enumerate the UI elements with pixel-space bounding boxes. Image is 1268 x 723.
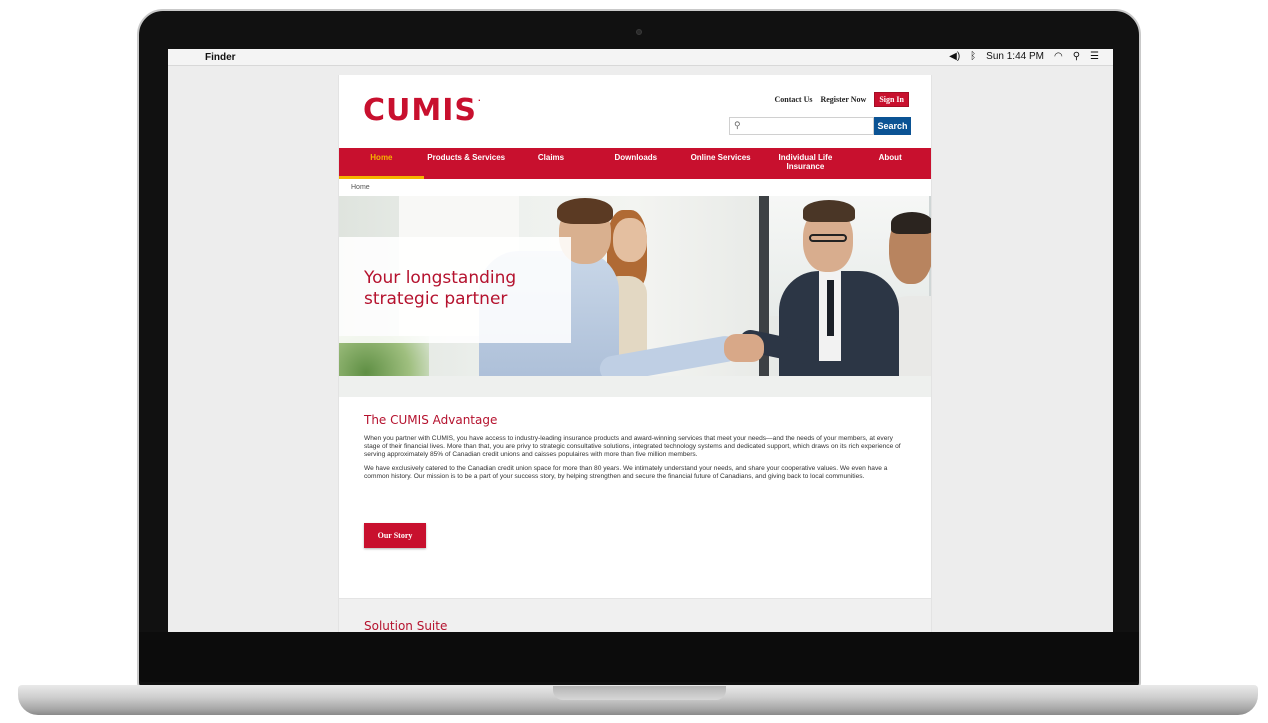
nav-item-about[interactable]: About (848, 148, 931, 179)
hero-person (613, 218, 647, 262)
screen: Finder ◀︎) ᛒ Sun 1:44 PM ◠ ⚲ ☰ CUMIS· Co… (168, 49, 1113, 632)
nav-item-online-services[interactable]: Online Services (678, 148, 763, 179)
logo-text: CUMIS (363, 93, 477, 128)
nav-item-downloads[interactable]: Downloads (593, 148, 678, 179)
hero-card: Your longstanding strategic partner (339, 237, 571, 343)
hero-person (809, 234, 847, 242)
sign-in-button[interactable]: Sign In (874, 92, 909, 107)
hero-title-line: Your longstanding (364, 268, 517, 288)
bluetooth-icon[interactable]: ᛒ (970, 51, 976, 62)
solution-suite-heading: Solution Suite (364, 619, 448, 632)
contact-us-link[interactable]: Contact Us (774, 95, 812, 104)
spotlight-icon[interactable]: ⚲ (1073, 51, 1080, 62)
status-area: ◀︎) ᛒ Sun 1:44 PM ◠ ⚲ ☰ (949, 51, 1099, 62)
hero-banner: Your longstanding strategic partner (339, 196, 931, 397)
search-button[interactable]: Search (874, 117, 911, 135)
search-bar: ⚲ Search (729, 117, 911, 135)
bezel-chin (139, 632, 1139, 682)
volume-icon[interactable]: ◀︎) (949, 51, 960, 62)
our-story-button[interactable]: Our Story (364, 523, 426, 548)
hero-handshake (724, 334, 764, 362)
nav-item-products-services[interactable]: Products & Services (424, 148, 509, 179)
register-now-link[interactable]: Register Now (820, 95, 866, 104)
hero-title: Your longstanding strategic partner (364, 268, 516, 310)
hero-photo-table (339, 376, 931, 397)
hero-person (891, 212, 931, 234)
laptop-mockup: Finder ◀︎) ᛒ Sun 1:44 PM ◠ ⚲ ☰ CUMIS· Co… (0, 0, 1268, 723)
hero-photo-pillar (759, 196, 769, 397)
app-name[interactable]: Finder (205, 52, 236, 63)
logo-mark: · (478, 97, 482, 105)
web-page: CUMIS· Contact Us Register Now Sign In ⚲… (338, 75, 932, 632)
wifi-icon[interactable]: ◠ (1054, 51, 1063, 62)
hero-person (557, 198, 613, 224)
hero-person (827, 280, 834, 336)
main-nav: Home Products & Services Claims Download… (339, 148, 931, 179)
advantage-heading: The CUMIS Advantage (364, 413, 498, 427)
camera-icon (636, 29, 642, 35)
nav-item-claims[interactable]: Claims (509, 148, 594, 179)
utility-links: Contact Us Register Now Sign In (774, 92, 909, 107)
cumis-logo[interactable]: CUMIS· (363, 93, 481, 128)
nav-item-home[interactable]: Home (339, 148, 424, 179)
solution-suite-section: Solution Suite (339, 598, 931, 632)
notification-center-icon[interactable]: ☰ (1090, 51, 1099, 62)
advantage-section: The CUMIS Advantage When you partner wit… (364, 413, 909, 481)
clock[interactable]: Sun 1:44 PM (986, 51, 1044, 62)
laptop-notch (553, 686, 726, 700)
hero-person (803, 200, 855, 222)
advantage-paragraph: We have exclusively catered to the Canad… (364, 465, 888, 480)
hero-title-line: strategic partner (364, 289, 508, 309)
search-icon: ⚲ (734, 120, 741, 130)
nav-item-individual-life-insurance[interactable]: Individual Life Insurance (763, 148, 848, 179)
advantage-paragraph: When you partner with CUMIS, you have ac… (364, 435, 901, 458)
breadcrumb[interactable]: Home (351, 184, 370, 191)
mac-menubar: Finder ◀︎) ᛒ Sun 1:44 PM ◠ ⚲ ☰ (168, 49, 1113, 66)
search-input[interactable]: ⚲ (729, 117, 874, 135)
